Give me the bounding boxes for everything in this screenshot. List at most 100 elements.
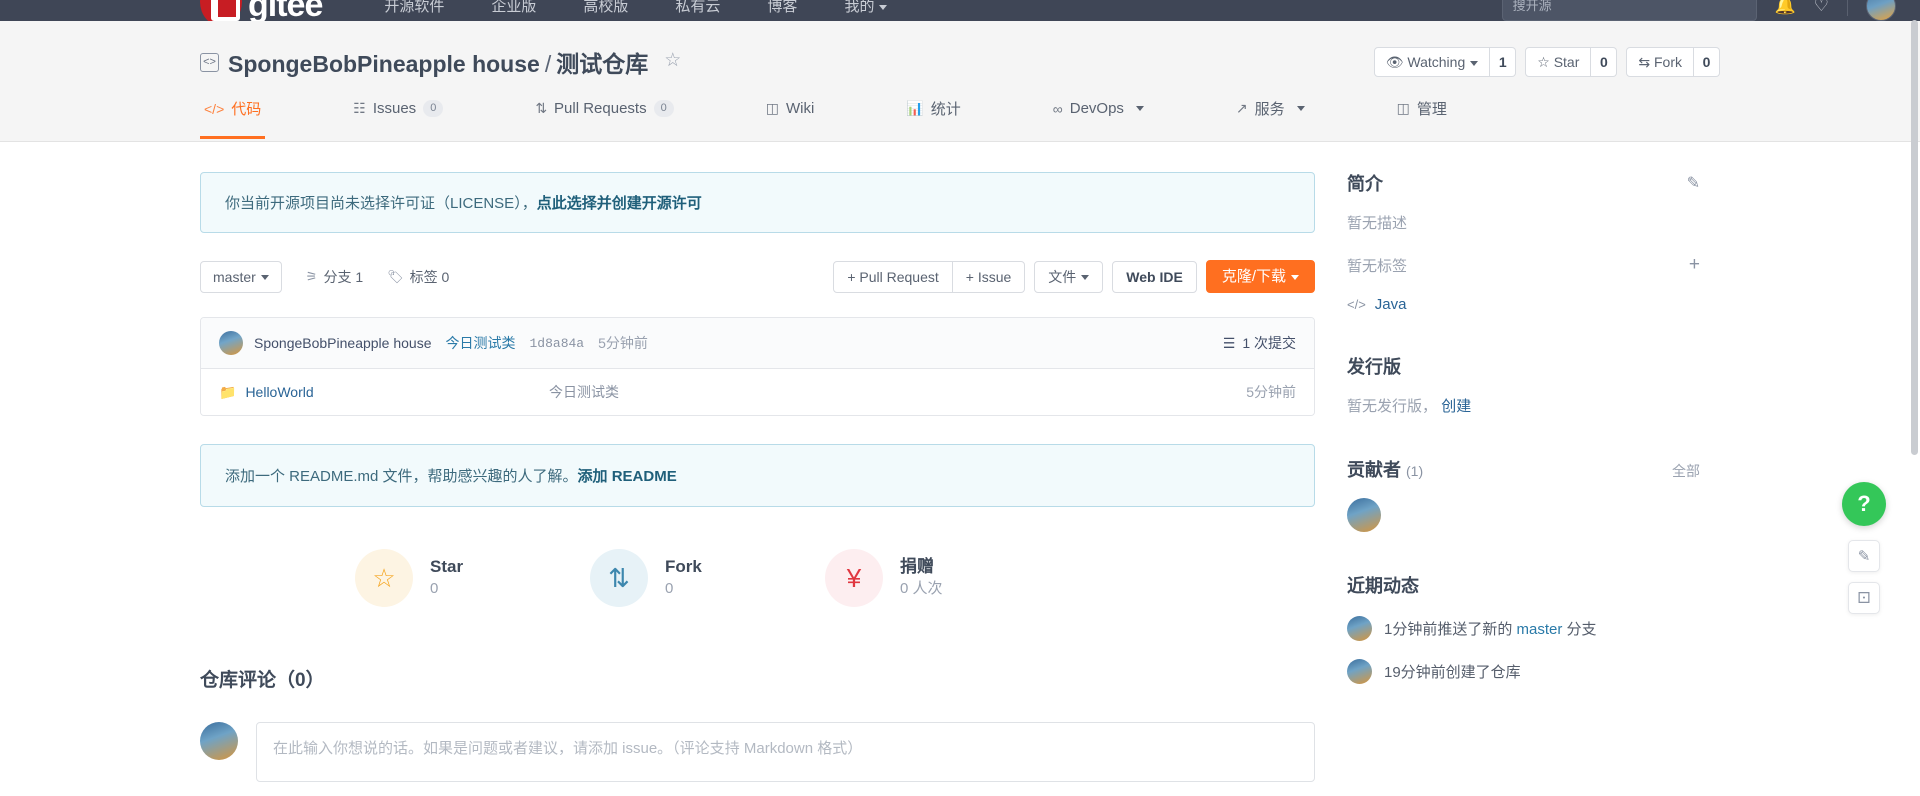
stat-card-donate[interactable]: ¥ 捐赠 0 人次 xyxy=(825,549,1060,607)
infinity-icon: ∞ xyxy=(1052,100,1063,117)
nav-item-privatecloud[interactable]: 私有云 xyxy=(675,0,720,16)
contributor-avatar[interactable] xyxy=(1347,498,1381,532)
intro-tags-row: 暂无标签 + xyxy=(1347,254,1700,276)
file-link[interactable]: HelloWorld xyxy=(245,384,313,400)
stat-card-star-text: Star 0 xyxy=(430,556,463,599)
commit-message[interactable]: 今日测试类 xyxy=(446,333,516,353)
license-banner: 你当前开源项目尚未选择许可证（LICENSE），点此选择并创建开源许可 xyxy=(200,172,1315,233)
tab-issues[interactable]: ☷ Issues 0 xyxy=(349,81,447,139)
tab-wiki[interactable]: ◫ Wiki xyxy=(762,81,819,139)
award-badge-icon: ☆ xyxy=(664,49,682,71)
nav-item-enterprise[interactable]: 企业版 xyxy=(491,0,536,16)
commit-author[interactable]: SpongeBobPineapple house xyxy=(254,335,432,351)
stat-card-fork-text: Fork 0 xyxy=(665,556,702,599)
nav-item-mine-label: 我的 xyxy=(844,0,875,15)
nav-item-opensource[interactable]: 开源软件 xyxy=(384,0,444,16)
nav-item-blog[interactable]: 博客 xyxy=(767,0,797,16)
file-name-cell: 📁 HelloWorld xyxy=(219,384,549,401)
fork-label: Fork xyxy=(1654,54,1682,70)
create-release-link[interactable]: 创建 xyxy=(1441,398,1471,415)
avatar[interactable] xyxy=(1866,0,1896,21)
web-ide-button[interactable]: Web IDE xyxy=(1112,260,1197,293)
repository-language[interactable]: </> Java xyxy=(1347,296,1700,313)
branch-selector[interactable]: master xyxy=(200,260,282,293)
stat-card-donate-label: 捐赠 xyxy=(900,557,934,577)
nav-item-mine[interactable]: 我的 xyxy=(844,0,888,16)
fork-count[interactable]: 0 xyxy=(1694,47,1720,77)
chart-bar-icon: 📊 xyxy=(906,100,924,116)
star-button[interactable]: ☆ Star xyxy=(1525,47,1592,77)
repository-actions: 👁 Watching 1 ☆ Star 0 ⇆ Fork 0 xyxy=(1373,47,1720,77)
current-user-avatar[interactable] xyxy=(200,722,238,760)
tab-pull-requests[interactable]: ⇅ Pull Requests 0 xyxy=(531,81,677,139)
tab-wiki-label: Wiki xyxy=(785,100,815,117)
comment-input[interactable]: 在此输入你想说的话。如果是问题或者建议，请添加 issue。（评论支持 Mark… xyxy=(256,722,1315,782)
code-brackets-icon: <> xyxy=(200,52,219,72)
list-item: 1分钟前推送了新的 master 分支 xyxy=(1347,616,1700,641)
intro-heading: 简介 ✎ xyxy=(1347,170,1700,196)
files-dropdown-button[interactable]: 文件 xyxy=(1034,260,1104,293)
stat-card-star[interactable]: ☆ Star 0 xyxy=(355,549,590,607)
stat-card-fork[interactable]: ⇅ Fork 0 xyxy=(590,549,825,607)
chevron-down-icon xyxy=(1135,106,1144,111)
code-icon: </> xyxy=(1347,297,1366,312)
tab-manage[interactable]: ◫ 管理 xyxy=(1393,81,1451,139)
activity-avatar[interactable] xyxy=(1347,659,1372,684)
star-button-group: ☆ Star 0 xyxy=(1525,47,1618,77)
activity-avatar[interactable] xyxy=(1347,616,1372,641)
search-input[interactable]: 搜开源 xyxy=(1501,0,1757,21)
license-banner-link[interactable]: 点此选择并创建开源许可 xyxy=(537,195,702,212)
new-issue-button[interactable]: + Issue xyxy=(951,260,1026,293)
releases-heading: 发行版 xyxy=(1347,353,1700,379)
compose-icon[interactable]: ✎ xyxy=(1848,540,1880,572)
watch-button[interactable]: 👁 Watching xyxy=(1373,47,1491,77)
edit-pencil-icon[interactable]: ✎ xyxy=(1687,173,1700,193)
add-readme-link[interactable]: 添加 README xyxy=(578,468,677,485)
chat-bubble-icon[interactable]: ⚀ xyxy=(1848,582,1880,614)
bell-icon[interactable]: 🔔 xyxy=(1775,0,1796,16)
releases-empty-row: 暂无发行版， 创建 xyxy=(1347,395,1700,416)
contributors-all-link[interactable]: 全部 xyxy=(1672,461,1700,481)
tab-services-label: 服务 xyxy=(1254,101,1285,118)
nav-item-education[interactable]: 高校版 xyxy=(583,0,628,16)
repository-language-label: Java xyxy=(1374,296,1407,313)
author-avatar[interactable] xyxy=(219,331,243,355)
file-commit-message: 今日测试类 xyxy=(549,384,619,400)
help-button[interactable]: ? xyxy=(1842,482,1886,526)
page-content: 你当前开源项目尚未选择许可证（LICENSE），点此选择并创建开源许可 mast… xyxy=(0,142,1920,782)
tab-devops[interactable]: ∞ DevOps xyxy=(1049,81,1148,139)
tab-statistics[interactable]: 📊 统计 xyxy=(902,81,964,139)
star-count[interactable]: 0 xyxy=(1591,47,1618,77)
sidebar: 简介 ✎ 暂无描述 暂无标签 + </> Java 发行版 暂无发行版， 创建 xyxy=(1347,142,1700,782)
tab-services[interactable]: ↗ 服务 xyxy=(1232,81,1309,139)
commits-count-link[interactable]: ☰ 1 次提交 xyxy=(1223,333,1296,353)
table-row[interactable]: 📁 HelloWorld 今日测试类 5分钟前 xyxy=(201,369,1314,415)
commit-sha[interactable]: 1d8a84a xyxy=(530,336,585,351)
nav-divider xyxy=(1847,0,1848,16)
scrollbar[interactable] xyxy=(1911,20,1918,455)
fork-button[interactable]: ⇆ Fork xyxy=(1626,47,1694,77)
watch-count[interactable]: 1 xyxy=(1490,47,1517,77)
book-icon: ◫ xyxy=(765,100,779,116)
repo-name[interactable]: 测试仓库 xyxy=(556,51,648,77)
breadcrumb-separator: / xyxy=(544,51,552,77)
stat-card-donate-value: 0 人次 xyxy=(900,580,943,598)
commits-count-label: 1 次提交 xyxy=(1242,335,1296,351)
donate-hand-icon: ¥ xyxy=(825,549,883,607)
activity-prefix: 1分钟前推送了新的 xyxy=(1384,621,1517,638)
plus-icon[interactable]: + xyxy=(1689,254,1700,276)
tags-link[interactable]: 🏷 标签 0 xyxy=(387,267,449,287)
heart-icon[interactable]: ♡ xyxy=(1814,0,1829,16)
intro-description: 暂无描述 xyxy=(1347,215,1408,232)
tab-devops-label: DevOps xyxy=(1069,100,1124,117)
clone-download-button[interactable]: 克隆/下载 xyxy=(1205,260,1315,293)
page-title: SpongeBobPineapple house / 测试仓库 xyxy=(228,45,648,79)
star-label: Star xyxy=(1553,54,1580,70)
tab-code[interactable]: </> 代码 xyxy=(200,81,266,139)
activity-branch-link[interactable]: master xyxy=(1517,621,1563,638)
repo-owner[interactable]: SpongeBobPineapple house xyxy=(228,51,540,77)
gitee-logo[interactable]: gitee xyxy=(200,0,323,21)
activity-prefix: 19分钟前创建了仓库 xyxy=(1384,664,1521,681)
new-pull-request-button[interactable]: + Pull Request xyxy=(833,260,953,293)
branches-link[interactable]: ⚞ 分支 1 xyxy=(306,267,363,287)
